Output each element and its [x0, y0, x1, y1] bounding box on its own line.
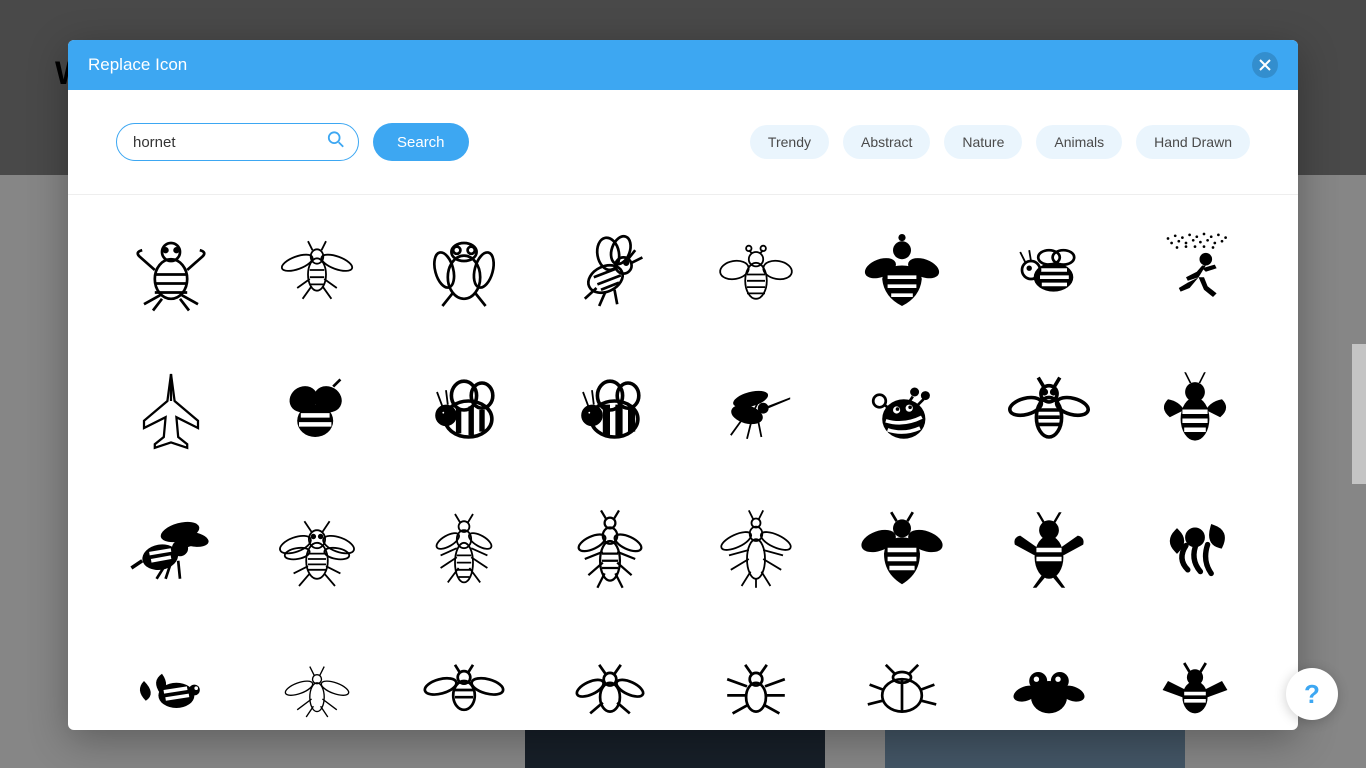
filter-hand-drawn[interactable]: Hand Drawn — [1136, 125, 1250, 159]
wasp-line-top-icon — [565, 505, 655, 595]
icon-result[interactable] — [401, 635, 527, 730]
modal-title: Replace Icon — [88, 55, 1252, 75]
cute-bee-icon — [857, 365, 947, 455]
icon-grid — [108, 215, 1258, 730]
modal-header: Replace Icon — [68, 40, 1298, 90]
icon-result[interactable] — [547, 215, 673, 325]
bee-abstract-icon — [1150, 505, 1240, 595]
icon-result[interactable] — [401, 215, 527, 325]
bee-blob-icon — [272, 365, 362, 455]
replace-icon-modal: Replace Icon Search Trendy Abstract Natu… — [68, 40, 1298, 730]
icon-result[interactable] — [839, 495, 965, 605]
search-icon — [327, 131, 345, 154]
bee-thin-icon — [711, 225, 801, 315]
icon-result[interactable] — [108, 635, 234, 730]
running-swarm-icon — [1150, 225, 1240, 315]
icon-result[interactable] — [108, 355, 234, 465]
wasp-detailed-icon — [272, 505, 362, 595]
wasp-top-detailed-icon — [419, 505, 509, 595]
beetle-outline-icon — [857, 645, 947, 730]
hornet-bold-top-icon — [1150, 645, 1240, 730]
icon-result[interactable] — [1132, 495, 1258, 605]
help-button[interactable]: ? — [1286, 668, 1338, 720]
close-button[interactable] — [1252, 52, 1278, 78]
wasp-thin-icon — [272, 645, 362, 730]
wasp-line-top2-icon — [711, 505, 801, 595]
icon-result[interactable] — [547, 495, 673, 605]
fly-round-icon — [1004, 645, 1094, 730]
icon-result[interactable] — [986, 495, 1112, 605]
icon-result[interactable] — [693, 355, 819, 465]
filter-animals[interactable]: Animals — [1036, 125, 1122, 159]
wasp-outline-icon — [272, 225, 362, 315]
icon-result[interactable] — [254, 495, 380, 605]
icon-result[interactable] — [108, 495, 234, 605]
help-icon: ? — [1304, 679, 1320, 710]
icon-result[interactable] — [693, 495, 819, 605]
bee-icon-bold-icon — [1004, 505, 1094, 595]
bumblebee-left-icon — [419, 365, 509, 455]
icon-result[interactable] — [693, 215, 819, 325]
bee-leaf-icon — [126, 645, 216, 730]
icon-result[interactable] — [254, 635, 380, 730]
icon-result[interactable] — [401, 355, 527, 465]
bee-symmetric-bold-icon — [1150, 365, 1240, 455]
bee-solid-icon — [857, 225, 947, 315]
robot-bee-icon — [126, 225, 216, 315]
filter-trendy[interactable]: Trendy — [750, 125, 829, 159]
icon-result[interactable] — [547, 635, 673, 730]
bee-line-top-icon — [565, 645, 655, 730]
icon-result[interactable] — [401, 495, 527, 605]
icon-result[interactable] — [1132, 215, 1258, 325]
icon-result[interactable] — [986, 215, 1112, 325]
cartoon-bee-icon — [1004, 225, 1094, 315]
bumblebee-right-icon — [565, 365, 655, 455]
search-toolbar: Search Trendy Abstract Nature Animals Ha… — [68, 90, 1298, 195]
mosquito-icon — [711, 365, 801, 455]
page-scrollbar-thumb[interactable] — [1352, 344, 1366, 484]
icon-grid-scroll[interactable] — [68, 195, 1298, 730]
icon-result[interactable] — [108, 215, 234, 325]
icon-result[interactable] — [839, 355, 965, 465]
search-input[interactable] — [116, 123, 359, 161]
icon-result[interactable] — [986, 635, 1112, 730]
hornet-side-icon — [126, 505, 216, 595]
icon-result[interactable] — [254, 355, 380, 465]
icon-result[interactable] — [839, 215, 965, 325]
icon-result[interactable] — [693, 635, 819, 730]
close-icon — [1259, 59, 1271, 71]
search-button[interactable]: Search — [373, 123, 469, 161]
icon-result[interactable] — [839, 635, 965, 730]
icon-result[interactable] — [547, 355, 673, 465]
filter-abstract[interactable]: Abstract — [843, 125, 930, 159]
bee-flying-icon — [565, 225, 655, 315]
bee-icon-solid-icon — [857, 505, 947, 595]
icon-result[interactable] — [986, 355, 1112, 465]
bee-line-wings-icon — [419, 645, 509, 730]
bee-symmetric-line-icon — [1004, 365, 1094, 455]
search-field-wrap — [116, 123, 359, 161]
jet-fighter-icon — [126, 365, 216, 455]
filter-nature[interactable]: Nature — [944, 125, 1022, 159]
icon-result[interactable] — [1132, 355, 1258, 465]
bee-line-top2-icon — [711, 645, 801, 730]
icon-result[interactable] — [254, 215, 380, 325]
icon-result[interactable] — [1132, 635, 1258, 730]
fly-outline-icon — [419, 225, 509, 315]
